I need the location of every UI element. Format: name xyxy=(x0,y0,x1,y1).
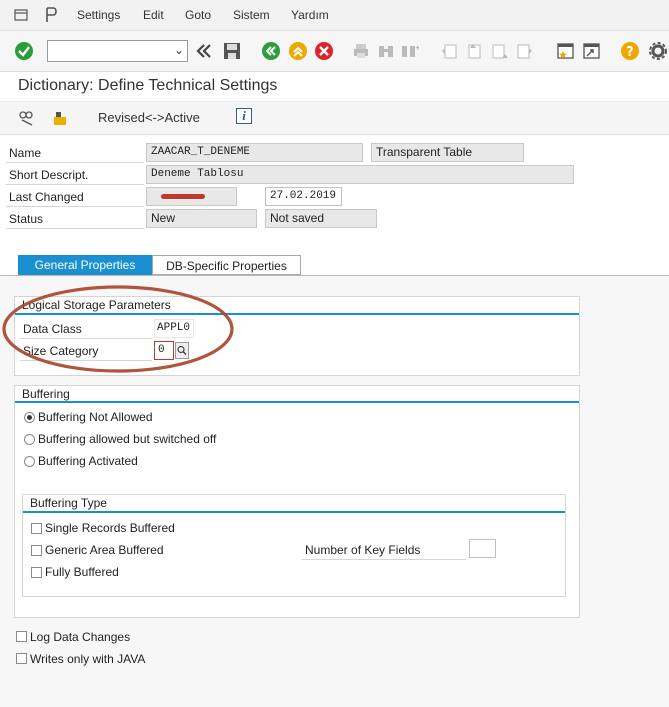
page-title: Dictionary: Define Technical Settings xyxy=(18,77,278,94)
program-menu-icon[interactable] xyxy=(44,7,58,26)
double-chevron-left-icon[interactable] xyxy=(195,42,215,62)
key-fields-field[interactable] xyxy=(469,539,496,558)
print-icon[interactable] xyxy=(352,42,372,62)
redacted-mark xyxy=(161,194,205,199)
name-label: Name xyxy=(6,144,144,163)
buffering-not-allowed-label[interactable]: Buffering Not Allowed xyxy=(38,410,153,424)
status-label: Status xyxy=(6,210,144,229)
name-field: ZAACAR_T_DENEME xyxy=(146,143,363,162)
svg-text:+: + xyxy=(415,44,419,52)
table-type-field: Transparent Table xyxy=(371,143,524,162)
checkbox-single-records[interactable] xyxy=(31,523,42,534)
menu-bar: Settings Edit Goto Sistem Yardım xyxy=(0,0,669,31)
last-changed-label: Last Changed xyxy=(6,188,144,207)
command-field[interactable]: ⌄ xyxy=(47,40,188,62)
annotation-ellipse xyxy=(2,285,234,373)
menu-icon[interactable] xyxy=(14,8,28,25)
generate-shortcut-icon[interactable] xyxy=(582,41,602,61)
writes-only-java-label[interactable]: Writes only with JAVA xyxy=(30,652,145,666)
menu-edit[interactable]: Edit xyxy=(143,8,164,22)
menu-settings[interactable]: Settings xyxy=(77,8,120,22)
group-title-line xyxy=(23,511,565,513)
checkbox-fully-buffered[interactable] xyxy=(31,567,42,578)
find-icon[interactable] xyxy=(377,42,397,62)
svg-text:?: ? xyxy=(626,45,634,60)
chevron-down-icon[interactable]: ⌄ xyxy=(174,43,184,57)
save-icon[interactable] xyxy=(222,41,242,61)
buffering-group: Buffering Buffering Not Allowed Bufferin… xyxy=(14,385,580,618)
application-toolbar: Revised<->Active i xyxy=(0,101,669,135)
enter-check-icon[interactable] xyxy=(14,41,34,61)
radio-buffering-activated[interactable] xyxy=(24,456,35,467)
last-page-icon[interactable] xyxy=(515,42,535,62)
tab-db-specific-properties[interactable]: DB-Specific Properties xyxy=(152,255,301,275)
checkbox-writes-only-java[interactable] xyxy=(16,653,27,664)
short-descript-field: Deneme Tablosu xyxy=(146,165,574,184)
next-page-icon[interactable] xyxy=(490,42,510,62)
standard-toolbar: ⌄ + ? xyxy=(0,31,669,72)
menu-goto[interactable]: Goto xyxy=(185,8,211,22)
display-change-icon[interactable] xyxy=(18,109,36,130)
buffering-switched-off-label[interactable]: Buffering allowed but switched off xyxy=(38,432,216,446)
single-records-label[interactable]: Single Records Buffered xyxy=(45,521,175,535)
menu-yardim[interactable]: Yardım xyxy=(291,8,329,22)
find-next-icon[interactable]: + xyxy=(401,42,421,62)
help-icon[interactable]: ? xyxy=(620,41,640,61)
back-icon[interactable] xyxy=(261,41,281,61)
exit-icon[interactable] xyxy=(288,41,308,61)
buffering-title: Buffering xyxy=(22,387,70,401)
first-page-icon[interactable] xyxy=(440,42,460,62)
buffering-activated-label[interactable]: Buffering Activated xyxy=(38,454,138,468)
info-icon[interactable]: i xyxy=(236,108,252,124)
fully-buffered-label[interactable]: Fully Buffered xyxy=(45,565,119,579)
group-title-line xyxy=(15,401,579,403)
previous-page-icon[interactable] xyxy=(464,42,484,62)
tab-general-properties[interactable]: General Properties xyxy=(18,255,152,275)
checkbox-generic-area[interactable] xyxy=(31,545,42,556)
radio-buffering-not-allowed[interactable] xyxy=(24,412,35,423)
radio-buffering-switched-off[interactable] xyxy=(24,434,35,445)
checkbox-log-data-changes[interactable] xyxy=(16,631,27,642)
short-descript-label: Short Descript. xyxy=(6,166,144,185)
create-session-icon[interactable] xyxy=(556,41,576,61)
menu-sistem[interactable]: Sistem xyxy=(233,8,270,22)
last-changed-date-field: 27.02.2019 xyxy=(265,187,342,206)
key-fields-label: Number of Key Fields xyxy=(302,541,466,560)
revised-active-button[interactable]: Revised<->Active xyxy=(98,110,200,125)
buffering-type-title: Buffering Type xyxy=(30,496,107,510)
log-data-changes-label[interactable]: Log Data Changes xyxy=(30,630,130,644)
last-changed-user-field xyxy=(146,187,237,206)
customize-layout-icon[interactable] xyxy=(648,41,668,61)
buffering-type-group: Buffering Type Single Records Buffered G… xyxy=(22,494,566,597)
cancel-icon[interactable] xyxy=(314,41,334,61)
activate-icon[interactable] xyxy=(51,109,69,130)
generic-area-label[interactable]: Generic Area Buffered xyxy=(45,543,164,557)
status-field: New xyxy=(146,209,257,228)
save-status-field: Not saved xyxy=(265,209,377,228)
